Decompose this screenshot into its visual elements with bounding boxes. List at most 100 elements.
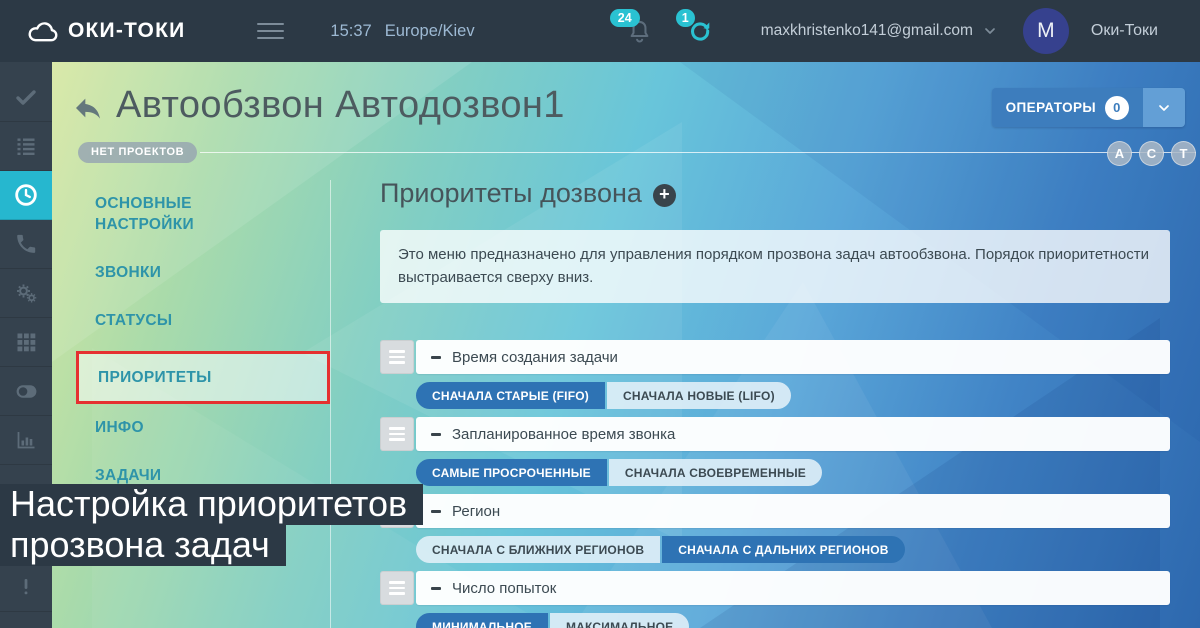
priority-label: Регион	[452, 503, 500, 520]
queue-circles: ACT	[1107, 141, 1196, 166]
list-icon	[14, 134, 38, 158]
sidebar-item-toggle[interactable]	[0, 367, 52, 416]
operators-count-badge: 0	[1105, 96, 1129, 120]
app-logo[interactable]: ОКИ-ТОКИ	[26, 17, 185, 45]
sidebar-item-grid[interactable]	[0, 318, 52, 367]
menu-item-label: СТАТУСЫ	[95, 312, 172, 329]
collapse-minus-icon[interactable]	[431, 433, 441, 436]
topbar-right: 24 1 maxkhristenko141@gmail.com M Оки-То…	[626, 8, 1200, 54]
drag-handle-icon[interactable]	[380, 417, 414, 451]
collapse-minus-icon[interactable]	[431, 356, 441, 359]
priority-bar[interactable]: Число попыток	[416, 571, 1170, 605]
topbar: ОКИ-ТОКИ 15:37 Europe/Kiev 24 1 maxkhris…	[0, 0, 1200, 62]
chevron-down-icon	[982, 23, 998, 39]
menu-item-4[interactable]: ПРИОРИТЕТЫ	[76, 351, 330, 404]
add-priority-icon[interactable]	[653, 184, 676, 207]
gears-icon	[14, 281, 38, 305]
sidebar-item-bar-chart[interactable]	[0, 416, 52, 465]
priority-row: Запланированное время звонка САМЫЕ ПРОСР…	[380, 417, 1170, 486]
operators-button-main[interactable]: ОПЕРАТОРЫ 0	[992, 88, 1143, 127]
menu-item-label: ИНФО	[95, 419, 144, 436]
priority-options: СНАЧАЛА СТАРЫЕ (FIFO)СНАЧАЛА НОВЫЕ (LIFO…	[416, 382, 1170, 409]
priority-option-button[interactable]: СНАЧАЛА НОВЫЕ (LIFO)	[607, 382, 791, 409]
header-divider-line	[200, 152, 1196, 153]
alert-icon	[14, 575, 38, 599]
page-title: Автообзвон Автодозвон1	[116, 84, 565, 127]
menu-item-1[interactable]: ОСНОВНЫЕ НАСТРОЙКИ	[95, 193, 245, 235]
priority-options: МИНИМАЛЬНОЕМАКСИМАЛЬНОЕ	[416, 613, 1170, 628]
sidebar-item-alert[interactable]	[0, 563, 52, 612]
priority-bar[interactable]: Запланированное время звонка	[416, 417, 1170, 451]
priority-label: Число попыток	[452, 580, 556, 597]
drag-handle-icon[interactable]	[380, 340, 414, 374]
priority-option-button[interactable]: СНАЧАЛА С ДАЛЬНИХ РЕГИОНОВ	[662, 536, 904, 563]
menu-item-3[interactable]: СТАТУСЫ	[95, 310, 325, 331]
sidebar-item-list[interactable]	[0, 122, 52, 171]
history-button[interactable]: 1	[687, 18, 713, 44]
operators-dropdown-toggle[interactable]	[1143, 88, 1185, 127]
account-menu[interactable]: maxkhristenko141@gmail.com	[761, 22, 998, 40]
priority-option-button[interactable]: СНАЧАЛА С БЛИЖНИХ РЕГИОНОВ	[416, 536, 660, 563]
priority-row: Число попыток МИНИМАЛЬНОЕМАКСИМАЛЬНОЕ	[380, 571, 1170, 628]
priority-option-button[interactable]: СНАЧАЛА СТАРЫЕ (FIFO)	[416, 382, 605, 409]
priority-options: СНАЧАЛА С БЛИЖНИХ РЕГИОНОВСНАЧАЛА С ДАЛЬ…	[416, 536, 1170, 563]
sidebar-item-gears[interactable]	[0, 269, 52, 318]
operators-button[interactable]: ОПЕРАТОРЫ 0	[992, 88, 1185, 127]
menu-item-label: ЗАДАЧИ	[95, 467, 161, 484]
menu-item-5[interactable]: ИНФО	[95, 417, 325, 438]
collapse-minus-icon[interactable]	[431, 587, 441, 590]
priority-list: Время создания задачи СНАЧАЛА СТАРЫЕ (FI…	[380, 340, 1170, 628]
notifications-badge: 24	[610, 9, 640, 27]
priority-label: Запланированное время звонка	[452, 426, 675, 443]
hamburger-menu-icon[interactable]	[253, 19, 288, 43]
clock-time: 15:37	[330, 22, 371, 41]
app-root: ОКИ-ТОКИ 15:37 Europe/Kiev 24 1 maxkhris…	[0, 0, 1200, 628]
priority-options: САМЫЕ ПРОСРОЧЕННЫЕСНАЧАЛА СВОЕВРЕМЕННЫЕ	[416, 459, 1170, 486]
check-icon	[14, 85, 38, 109]
menu-item-label: ЗВОНКИ	[95, 264, 161, 281]
menu-item-label: ПРИОРИТЕТЫ	[98, 369, 212, 386]
cloud-icon	[26, 17, 59, 45]
description-box: Это меню предназначено для управления по…	[380, 230, 1170, 303]
content-title: Приоритеты дозвона	[380, 178, 676, 209]
account-email: maxkhristenko141@gmail.com	[761, 22, 973, 40]
content-title-text: Приоритеты дозвона	[380, 178, 642, 209]
history-badge: 1	[676, 9, 695, 27]
operators-button-label: ОПЕРАТОРЫ	[1006, 100, 1096, 115]
sidebar-item-check[interactable]	[0, 73, 52, 122]
project-badge: НЕТ ПРОЕКТОВ	[78, 142, 197, 163]
clock-icon	[13, 182, 39, 208]
toggle-icon	[14, 379, 39, 404]
bar-chart-icon	[14, 428, 38, 452]
priority-option-button[interactable]: МАКСИМАЛЬНОЕ	[550, 613, 689, 628]
account-name: Оки-Токи	[1091, 22, 1158, 40]
avatar[interactable]: M	[1023, 8, 1069, 54]
priority-option-button[interactable]: СНАЧАЛА СВОЕВРЕМЕННЫЕ	[609, 459, 822, 486]
sidebar-item-clock[interactable]	[0, 171, 52, 220]
priority-label: Время создания задачи	[452, 349, 618, 366]
priority-row: Время создания задачи СНАЧАЛА СТАРЫЕ (FI…	[380, 340, 1170, 409]
queue-circle-a[interactable]: A	[1107, 141, 1132, 166]
grid-icon	[14, 330, 38, 354]
caption-line: Настройка приоритетов	[0, 484, 423, 525]
menu-item-2[interactable]: ЗВОНКИ	[95, 262, 325, 283]
queue-circle-t[interactable]: T	[1171, 141, 1196, 166]
caption-overlay: Настройка приоритетов прозвона задач	[0, 484, 423, 566]
priority-option-button[interactable]: МИНИМАЛЬНОЕ	[416, 613, 548, 628]
notifications-button[interactable]: 24	[626, 18, 653, 45]
chevron-down-icon	[1156, 100, 1172, 116]
queue-circle-c[interactable]: C	[1139, 141, 1164, 166]
menu-item-label: ОСНОВНЫЕ НАСТРОЙКИ	[95, 195, 194, 233]
priority-row: Регион СНАЧАЛА С БЛИЖНИХ РЕГИОНОВСНАЧАЛА…	[380, 494, 1170, 563]
back-button[interactable]	[72, 92, 104, 124]
caption-line: прозвона задач	[0, 525, 286, 566]
app-logo-text: ОКИ-ТОКИ	[68, 19, 185, 43]
phone-icon	[14, 232, 38, 256]
priority-option-button[interactable]: САМЫЕ ПРОСРОЧЕННЫЕ	[416, 459, 607, 486]
priority-bar[interactable]: Время создания задачи	[416, 340, 1170, 374]
collapse-minus-icon[interactable]	[431, 510, 441, 513]
drag-handle-icon[interactable]	[380, 571, 414, 605]
sidebar-item-phone[interactable]	[0, 220, 52, 269]
priority-bar[interactable]: Регион	[416, 494, 1170, 528]
timezone-label[interactable]: Europe/Kiev	[385, 22, 475, 41]
